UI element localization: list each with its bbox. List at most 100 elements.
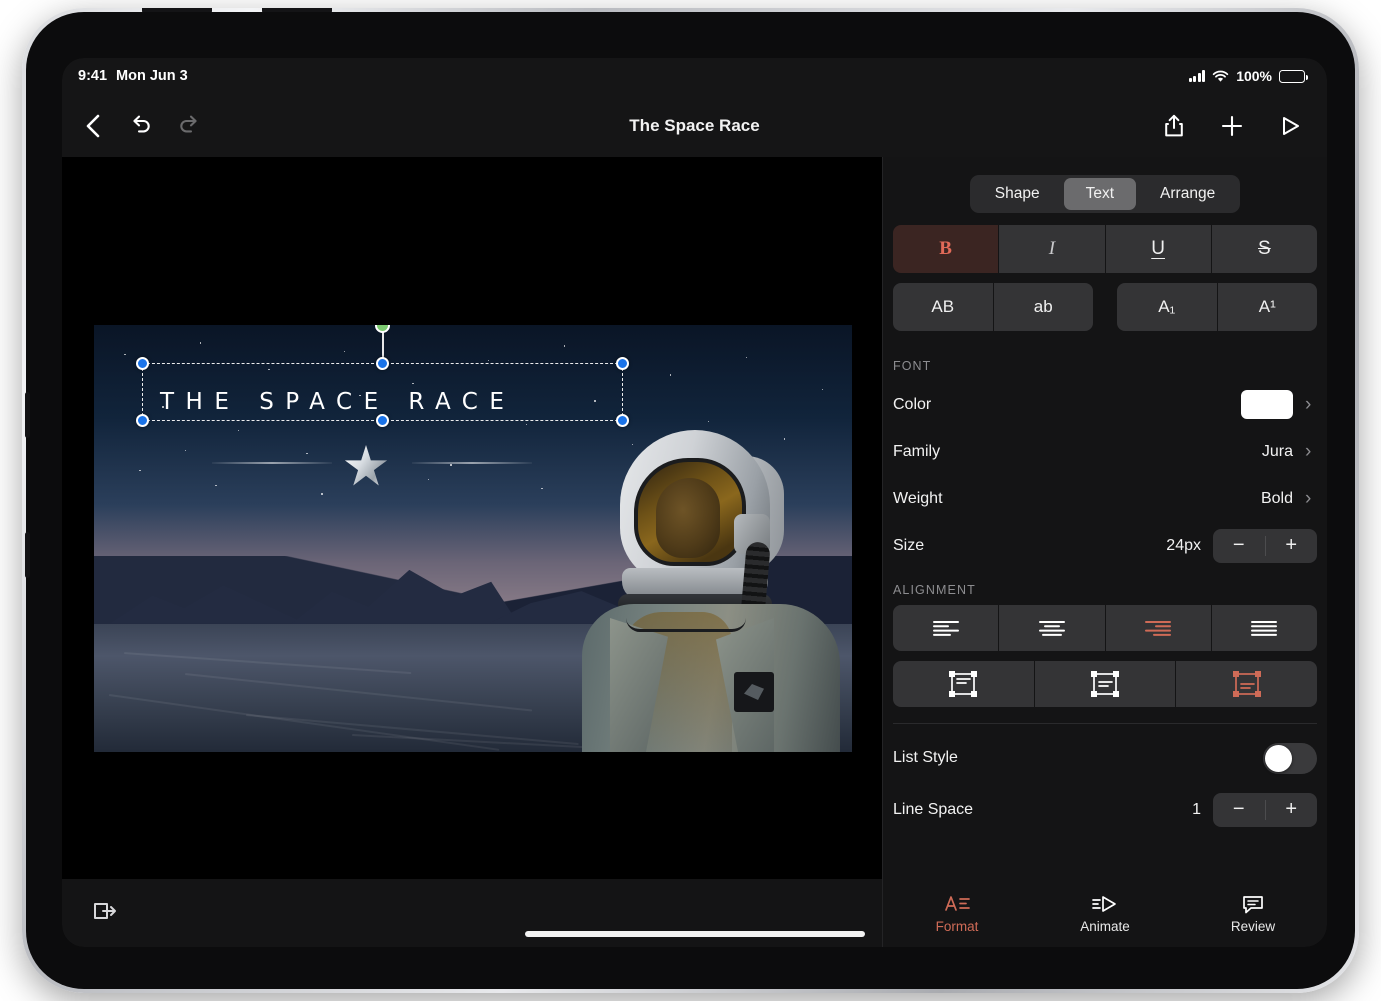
italic-button[interactable]: I (999, 225, 1105, 273)
font-color-label: Color (893, 396, 1241, 414)
alignment-section-heading: ALIGNMENT (883, 569, 1327, 605)
font-weight-value: Bold (1261, 490, 1293, 508)
case-group: AB ab (893, 283, 1093, 331)
redo-button[interactable] (172, 109, 206, 143)
align-left-button[interactable] (893, 605, 999, 651)
font-size-increase-button[interactable]: + (1266, 534, 1318, 557)
play-icon[interactable] (1273, 109, 1307, 143)
workspace: THE SPACE RACE (62, 157, 1327, 947)
underline-button[interactable]: U (1106, 225, 1212, 273)
tab-shape[interactable]: Shape (973, 178, 1062, 210)
font-color-swatch[interactable] (1241, 390, 1293, 419)
tab-animate[interactable]: Animate (1031, 893, 1179, 934)
resize-handle-top-left[interactable] (136, 357, 149, 370)
status-bar: 9:41 Mon Jun 3 100% (62, 58, 1327, 94)
align-center-button[interactable] (999, 605, 1105, 651)
font-weight-label: Weight (893, 490, 1261, 508)
align-top-button[interactable] (893, 661, 1035, 707)
subscript-button[interactable]: A₁ (1117, 283, 1218, 331)
device-side-button-2 (25, 532, 30, 578)
line-space-label: Line Space (893, 801, 1192, 819)
back-button[interactable] (76, 109, 110, 143)
tab-format-label: Format (936, 919, 979, 934)
font-family-value: Jura (1262, 443, 1293, 461)
font-size-row: Size 24px − + (883, 522, 1327, 569)
font-family-row[interactable]: Family Jura › (883, 428, 1327, 475)
undo-button[interactable] (124, 109, 158, 143)
align-justify-button[interactable] (1212, 605, 1317, 651)
font-weight-row[interactable]: Weight Bold › (883, 475, 1327, 522)
chevron-right-icon: › (1305, 394, 1317, 416)
vertical-alignment-row (883, 661, 1327, 707)
lowercase-button[interactable]: ab (994, 283, 1094, 331)
inspector-panel: Shape Text Arrange B I U S AB (882, 157, 1327, 879)
format-text-icon (944, 893, 970, 915)
wifi-icon (1212, 70, 1229, 83)
nav-left-group (76, 109, 206, 143)
tab-review[interactable]: Review (1179, 893, 1327, 934)
align-right-button[interactable] (1106, 605, 1212, 651)
bottom-tab-bar: Format Animate Review (882, 879, 1327, 947)
status-bar-left: 9:41 Mon Jun 3 (78, 68, 188, 84)
font-family-label: Family (893, 443, 1262, 461)
tab-text[interactable]: Text (1064, 178, 1136, 210)
font-size-stepper: − + (1213, 529, 1317, 563)
cellular-signal-icon (1189, 70, 1206, 82)
superscript-button[interactable]: A¹ (1218, 283, 1318, 331)
font-size-value: 24px (1166, 537, 1201, 555)
font-size-decrease-button[interactable]: − (1213, 534, 1265, 557)
chevron-right-icon: › (1305, 488, 1317, 510)
home-indicator[interactable] (525, 931, 865, 937)
ipad-device-frame: 9:41 Mon Jun 3 100% (22, 8, 1359, 993)
canvas-pane[interactable]: THE SPACE RACE (62, 157, 882, 879)
list-style-label: List Style (893, 749, 1263, 767)
status-bar-right: 100% (1189, 68, 1305, 84)
ipad-screen: 9:41 Mon Jun 3 100% (62, 58, 1327, 947)
case-and-script-row: AB ab A₁ A¹ (883, 283, 1327, 331)
tab-animate-label: Animate (1080, 919, 1130, 934)
line-space-increase-button[interactable]: + (1266, 798, 1318, 821)
align-middle-button[interactable] (1035, 661, 1177, 707)
comment-icon (1241, 893, 1265, 915)
chevron-right-icon: › (1305, 441, 1317, 463)
horizontal-alignment-row (883, 605, 1327, 651)
resize-handle-bottom-right[interactable] (616, 414, 629, 427)
tab-arrange[interactable]: Arrange (1138, 178, 1237, 210)
text-style-button-row: B I U S (883, 225, 1327, 273)
line-space-row: Line Space 1 − + (883, 786, 1327, 833)
share-icon[interactable] (1157, 109, 1191, 143)
nav-right-group (1157, 109, 1307, 143)
status-date: Mon Jun 3 (116, 68, 188, 84)
segmented-control: Shape Text Arrange (970, 175, 1240, 213)
inspector-tabs: Shape Text Arrange (883, 157, 1327, 225)
align-bottom-button[interactable] (1176, 661, 1317, 707)
list-style-row: List Style (883, 730, 1327, 786)
star-divider (212, 445, 532, 483)
resize-handle-bottom-center[interactable] (376, 414, 389, 427)
list-style-toggle[interactable] (1263, 743, 1317, 774)
line-space-stepper: − + (1213, 793, 1317, 827)
line-space-value: 1 (1192, 801, 1201, 819)
font-color-row[interactable]: Color › (883, 381, 1327, 428)
resize-handle-top-right[interactable] (616, 357, 629, 370)
font-size-label: Size (893, 537, 1166, 555)
battery-icon (1279, 70, 1305, 83)
text-selection-box[interactable] (142, 363, 623, 421)
inspector-divider (893, 723, 1317, 724)
tab-review-label: Review (1231, 919, 1275, 934)
strikethrough-button[interactable]: S (1212, 225, 1317, 273)
uppercase-button[interactable]: AB (893, 283, 994, 331)
tab-format[interactable]: Format (883, 893, 1031, 934)
navigation-bar: The Space Race (62, 94, 1327, 157)
resize-handle-top-center[interactable] (376, 357, 389, 370)
device-body: 9:41 Mon Jun 3 100% (26, 12, 1355, 989)
star-icon (344, 445, 388, 489)
bold-button[interactable]: B (893, 225, 999, 273)
plus-icon[interactable] (1215, 109, 1249, 143)
slide-canvas[interactable]: THE SPACE RACE (94, 325, 852, 752)
page-title: The Space Race (62, 116, 1327, 136)
line-space-decrease-button[interactable]: − (1213, 798, 1265, 821)
resize-handle-bottom-left[interactable] (136, 414, 149, 427)
export-icon[interactable] (92, 899, 118, 928)
device-side-button-1 (25, 392, 30, 438)
